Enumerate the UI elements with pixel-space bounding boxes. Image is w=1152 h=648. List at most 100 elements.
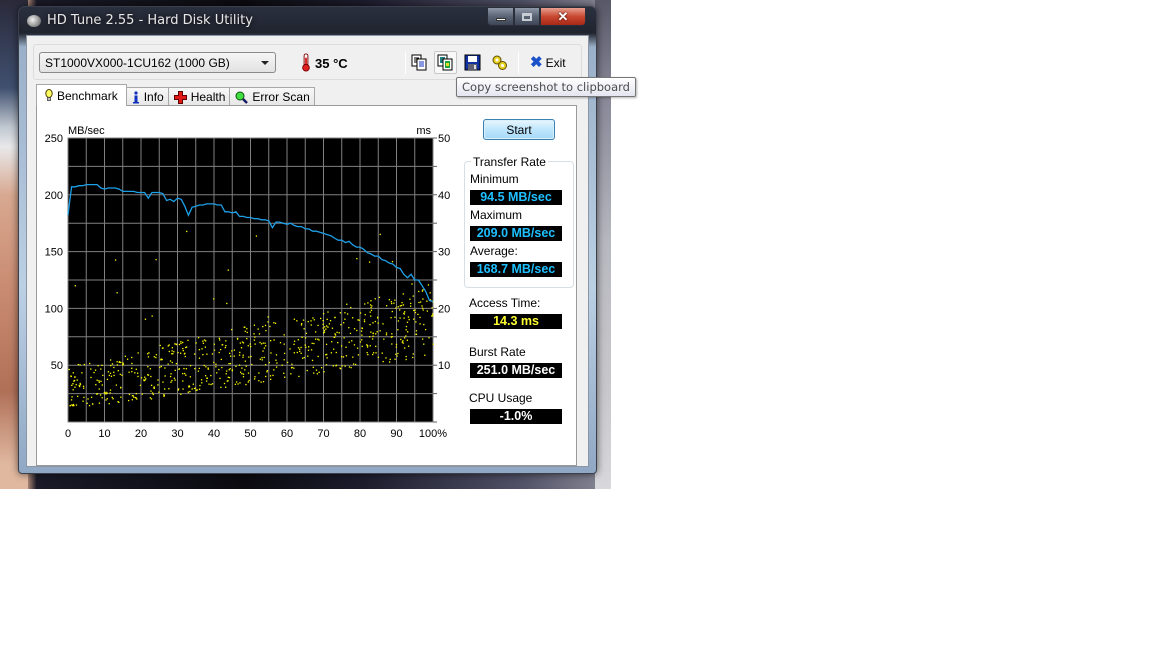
access-time-point bbox=[297, 339, 300, 341]
tab-error-scan[interactable]: Error Scan bbox=[229, 87, 315, 106]
access-time-point bbox=[102, 374, 104, 377]
access-time-point bbox=[134, 372, 136, 374]
access-time-point bbox=[361, 327, 363, 330]
access-time-point bbox=[98, 402, 101, 404]
exit-button[interactable]: ✖ Exit bbox=[530, 55, 566, 70]
access-time-point bbox=[74, 285, 76, 287]
access-time-point bbox=[413, 318, 415, 320]
access-time-point bbox=[307, 320, 309, 323]
access-time-point bbox=[270, 352, 272, 354]
access-time-point bbox=[262, 381, 265, 383]
y-tick-label-left: 250 bbox=[45, 133, 63, 145]
access-time-point bbox=[395, 343, 398, 346]
start-button[interactable]: Start bbox=[483, 119, 555, 140]
access-time-point bbox=[218, 368, 220, 371]
copy-screenshot-button[interactable] bbox=[434, 51, 457, 74]
access-time-point bbox=[361, 339, 363, 341]
access-time-point bbox=[148, 352, 150, 354]
access-time-point bbox=[414, 309, 416, 311]
access-time-point bbox=[283, 359, 285, 361]
access-time-point bbox=[98, 381, 100, 383]
access-time-point bbox=[182, 372, 184, 375]
access-time-point bbox=[155, 356, 157, 359]
access-time-point bbox=[400, 338, 402, 341]
access-time-point bbox=[203, 364, 205, 367]
access-time-point bbox=[116, 361, 118, 363]
caption-buttons: ✕ bbox=[487, 7, 586, 26]
access-time-point bbox=[322, 327, 324, 329]
access-time-point bbox=[175, 362, 178, 365]
access-time-point bbox=[310, 320, 312, 322]
access-time-point bbox=[164, 367, 166, 369]
maximize-button[interactable] bbox=[514, 7, 540, 26]
access-time-point bbox=[385, 357, 387, 359]
access-time-point bbox=[155, 354, 158, 356]
wallpaper-strip bbox=[595, 0, 611, 489]
access-time-point bbox=[128, 393, 131, 396]
access-time-point bbox=[215, 363, 217, 365]
options-button[interactable] bbox=[488, 51, 511, 74]
access-time-point bbox=[242, 342, 245, 344]
access-time-point bbox=[203, 339, 206, 341]
copy-text-button[interactable] bbox=[408, 51, 431, 74]
drive-select[interactable]: ST1000VX000-1CU162 (1000 GB) bbox=[39, 52, 276, 73]
access-time-point bbox=[112, 398, 114, 400]
access-time-point bbox=[426, 310, 429, 312]
access-time-point bbox=[98, 388, 100, 390]
access-time-point bbox=[409, 298, 411, 300]
access-time-point bbox=[206, 377, 208, 379]
access-time-point bbox=[356, 257, 358, 260]
access-time-point bbox=[187, 391, 189, 393]
access-time-point bbox=[197, 337, 200, 339]
access-time-point bbox=[275, 366, 278, 368]
access-time-point bbox=[296, 351, 298, 354]
access-time-point bbox=[359, 312, 362, 314]
access-time-point bbox=[394, 316, 396, 318]
access-time-point bbox=[182, 347, 184, 350]
access-time-point bbox=[391, 260, 394, 263]
access-time-point bbox=[113, 374, 115, 377]
access-time-point bbox=[408, 318, 410, 321]
access-time-point bbox=[182, 349, 184, 352]
save-button[interactable] bbox=[461, 51, 484, 74]
access-time-point bbox=[422, 309, 424, 311]
access-time-point bbox=[325, 343, 328, 346]
toolbar-separator bbox=[405, 52, 406, 74]
access-time-point bbox=[160, 365, 162, 368]
access-time-point bbox=[137, 375, 139, 378]
access-time-point bbox=[177, 351, 179, 354]
average-value: 168.7 MB/sec bbox=[470, 262, 562, 277]
access-time-point bbox=[163, 394, 165, 397]
access-time-point bbox=[92, 403, 94, 405]
minimize-button[interactable] bbox=[487, 7, 514, 26]
access-time-point bbox=[391, 333, 393, 335]
tab-health[interactable]: Health bbox=[167, 87, 231, 106]
access-time-point bbox=[110, 364, 112, 367]
access-time-point bbox=[174, 369, 176, 372]
access-time-point bbox=[131, 399, 134, 401]
access-time-point bbox=[183, 367, 185, 370]
access-time-point bbox=[106, 378, 109, 381]
access-time-point bbox=[410, 302, 412, 305]
access-time-point bbox=[273, 322, 275, 324]
access-time-point bbox=[179, 352, 182, 354]
access-time-point bbox=[323, 329, 326, 332]
access-time-point bbox=[211, 353, 214, 355]
access-time-point bbox=[158, 391, 160, 393]
access-time-point bbox=[313, 319, 315, 321]
access-time-point bbox=[180, 393, 182, 395]
tab-benchmark[interactable]: Benchmark bbox=[36, 84, 127, 106]
access-time-point bbox=[157, 384, 159, 386]
access-time-point bbox=[307, 355, 309, 357]
close-button[interactable]: ✕ bbox=[540, 7, 586, 26]
tab-info[interactable]: Info bbox=[125, 87, 169, 106]
access-time-point bbox=[208, 383, 210, 385]
access-time-point bbox=[172, 353, 174, 355]
x-tick-label: 0 bbox=[65, 428, 71, 440]
title-bar[interactable]: HD Tune 2.55 - Hard Disk Utility ✕ bbox=[19, 7, 596, 35]
access-time-point bbox=[261, 359, 263, 361]
access-time-point bbox=[244, 360, 247, 362]
access-time-point bbox=[111, 363, 114, 365]
access-time-point bbox=[422, 289, 424, 291]
access-time-point bbox=[403, 337, 406, 339]
